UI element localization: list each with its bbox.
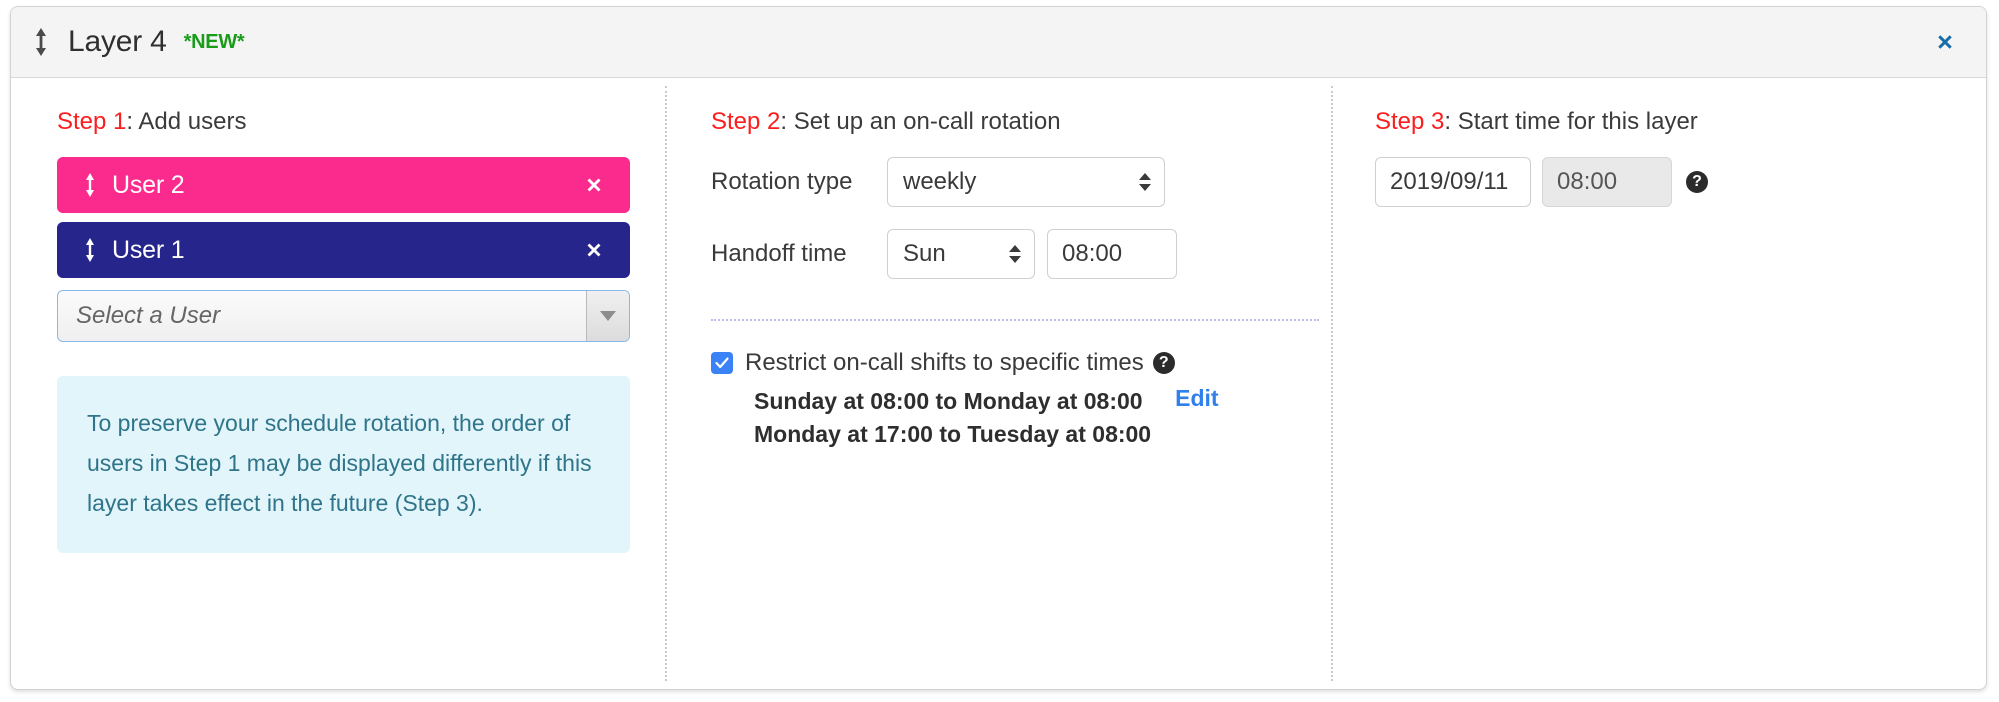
- step1-title: : Add users: [126, 108, 247, 135]
- layer-body: Step 1: Add users User 2 User 1 Select a…: [11, 78, 1986, 689]
- handoff-time-row: Handoff time Sun: [711, 229, 1297, 279]
- drag-vertical-icon[interactable]: [82, 172, 98, 198]
- step2-heading: Step 2: Set up an on-call rotation: [711, 108, 1297, 136]
- help-icon[interactable]: ?: [1152, 352, 1175, 374]
- restrict-shifts-checkbox[interactable]: [711, 352, 733, 374]
- handoff-day-select[interactable]: Sun: [887, 229, 1035, 279]
- restrict-times-line: Sunday at 08:00 to Monday at 08:00: [754, 388, 1143, 414]
- select-user-input[interactable]: Select a User: [57, 290, 630, 342]
- step2-number: Step 2: [711, 108, 781, 135]
- step1-column: Step 1: Add users User 2 User 1 Select a…: [11, 78, 665, 689]
- drag-vertical-icon[interactable]: [30, 27, 52, 57]
- chevron-down-icon[interactable]: [586, 291, 629, 341]
- step1-number: Step 1: [57, 108, 127, 135]
- handoff-time-input[interactable]: [1047, 229, 1177, 279]
- layer-header: Layer 4 *NEW*: [11, 7, 1986, 78]
- edit-restrictions-link[interactable]: Edit: [1175, 385, 1218, 412]
- step2-column: Step 2: Set up an on-call rotation Rotat…: [667, 78, 1331, 689]
- step3-number: Step 3: [1375, 108, 1445, 135]
- rotation-order-info: To preserve your schedule rotation, the …: [57, 376, 630, 553]
- remove-icon[interactable]: [582, 238, 606, 262]
- start-time-row: ?: [1375, 157, 1956, 207]
- triangle-up-glyph: [1139, 173, 1151, 180]
- layer-card: Layer 4 *NEW* Step 1: Add users User 2 U…: [10, 6, 1987, 690]
- start-time-input[interactable]: [1542, 157, 1672, 207]
- user-chip-0[interactable]: User 2: [57, 157, 630, 213]
- remove-icon[interactable]: [582, 173, 606, 197]
- rotation-type-value: weekly: [903, 168, 977, 195]
- rotation-type-label: Rotation type: [711, 168, 853, 195]
- section-divider: [711, 319, 1319, 321]
- restrict-shifts-label: Restrict on-call shifts to specific time…: [745, 349, 1144, 376]
- triangle-down-glyph: [1139, 184, 1151, 191]
- restrict-times-line: Monday at 17:00 to Tuesday at 08:00: [754, 421, 1152, 447]
- rotation-type-select[interactable]: weekly: [887, 157, 1165, 207]
- user-chip-label: User 1: [112, 235, 185, 264]
- step2-title: : Set up an on-call rotation: [780, 108, 1061, 135]
- restrict-shifts-row: Restrict on-call shifts to specific time…: [711, 349, 1297, 377]
- triangle-down-glyph: [1009, 256, 1021, 263]
- user-chip-label: User 2: [112, 170, 185, 199]
- drag-vertical-icon[interactable]: [82, 237, 98, 263]
- step3-heading: Step 3: Start time for this layer: [1375, 108, 1956, 136]
- handoff-day-value: Sun: [903, 240, 946, 267]
- step3-title: : Start time for this layer: [1444, 108, 1698, 135]
- new-badge: *NEW*: [183, 30, 245, 53]
- close-icon[interactable]: [1928, 25, 1962, 59]
- help-icon[interactable]: ?: [1686, 171, 1708, 193]
- restrict-times-list: Sunday at 08:00 to Monday at 08:00 Monda…: [754, 385, 1151, 451]
- sort-arrows-icon: [1009, 245, 1021, 263]
- user-chip-1[interactable]: User 1: [57, 222, 630, 278]
- handoff-time-label: Handoff time: [711, 240, 847, 267]
- step1-heading: Step 1: Add users: [57, 108, 625, 136]
- restrict-shifts-detail: Sunday at 08:00 to Monday at 08:00 Monda…: [754, 385, 1297, 451]
- start-date-input[interactable]: [1375, 157, 1531, 207]
- select-user-placeholder: Select a User: [76, 302, 221, 329]
- step3-column: Step 3: Start time for this layer ?: [1333, 78, 1986, 689]
- sort-arrows-icon: [1139, 173, 1151, 191]
- rotation-type-row: Rotation type weekly: [711, 157, 1297, 207]
- triangle-up-glyph: [1009, 245, 1021, 252]
- triangle-down-glyph: [600, 311, 616, 321]
- page-title: Layer 4: [68, 25, 167, 58]
